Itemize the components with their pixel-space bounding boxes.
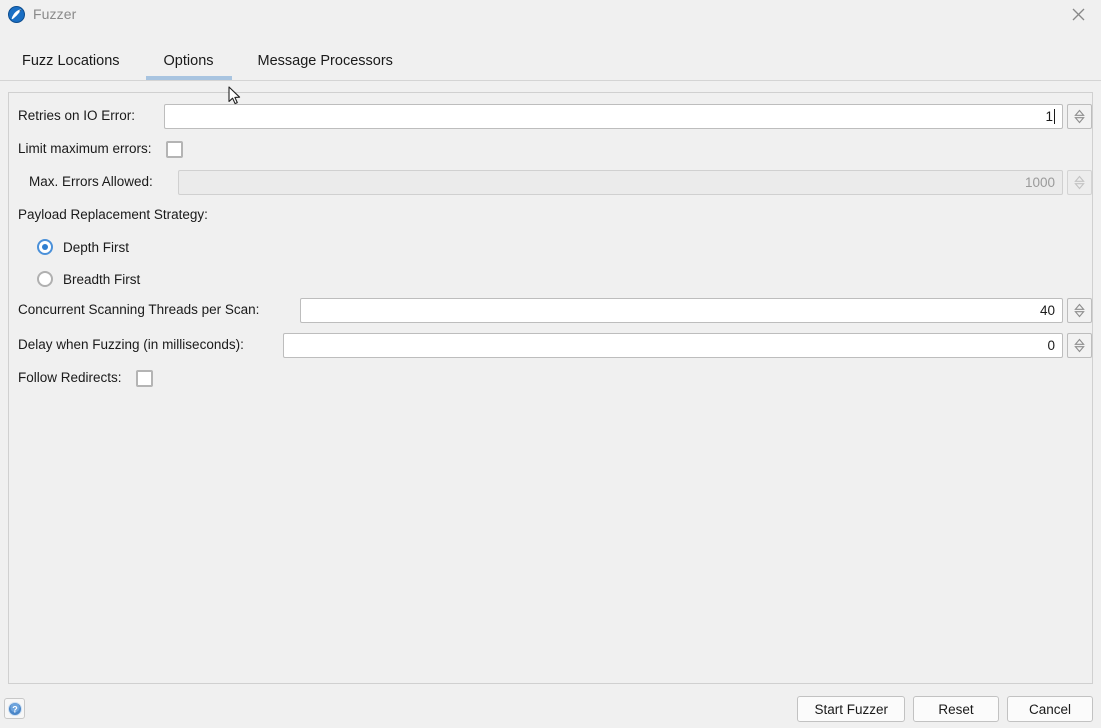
text-caret: [1054, 108, 1055, 124]
radio-indicator: [37, 239, 53, 255]
dialog-footer: ? Start Fuzzer Reset Cancel: [0, 684, 1101, 728]
max-errors-allowed-stepper: [1067, 169, 1092, 195]
reset-label: Reset: [938, 701, 974, 717]
svg-text:?: ?: [12, 704, 18, 714]
limit-maximum-errors-label: Limit maximum errors:: [18, 141, 152, 157]
limit-maximum-errors-checkbox[interactable]: [165, 140, 183, 158]
retries-on-io-error-stepper[interactable]: [1067, 103, 1092, 129]
retries-on-io-error-value: 1: [1045, 108, 1053, 124]
follow-redirects-label: Follow Redirects:: [18, 370, 122, 386]
delay-when-fuzzing-stepper[interactable]: [1067, 332, 1092, 358]
zap-logo-icon: [8, 5, 25, 23]
close-icon[interactable]: [1055, 0, 1101, 28]
help-question-icon[interactable]: ?: [4, 698, 25, 719]
delay-when-fuzzing-value: 0: [1047, 337, 1055, 353]
row-retries-on-io-error: Retries on IO Error: 1: [18, 103, 1092, 129]
delay-when-fuzzing-input[interactable]: 0: [283, 332, 1063, 358]
follow-redirects-checkbox[interactable]: [135, 369, 153, 387]
concurrent-scanning-threads-stepper[interactable]: [1067, 297, 1092, 323]
options-panel: Retries on IO Error: 1 Limit maximum err…: [8, 92, 1093, 684]
concurrent-scanning-threads-label: Concurrent Scanning Threads per Scan:: [18, 302, 260, 318]
radio-depth-first-label: Depth First: [63, 239, 130, 255]
max-errors-allowed-input: 1000: [178, 169, 1063, 195]
tab-message-processors[interactable]: Message Processors: [236, 52, 415, 81]
radio-indicator: [37, 271, 53, 287]
concurrent-scanning-threads-input[interactable]: 40: [300, 297, 1063, 323]
max-errors-allowed-label: Max. Errors Allowed:: [29, 174, 153, 190]
radio-breadth-first[interactable]: Breadth First: [37, 268, 140, 290]
cancel-button[interactable]: Cancel: [1007, 696, 1093, 722]
start-fuzzer-label: Start Fuzzer: [814, 701, 888, 717]
radio-depth-first[interactable]: Depth First: [37, 236, 129, 258]
title-bar: Fuzzer: [0, 0, 1101, 28]
payload-replacement-strategy-label: Payload Replacement Strategy:: [18, 207, 208, 222]
tab-options[interactable]: Options: [142, 52, 236, 81]
radio-breadth-first-label: Breadth First: [63, 271, 141, 287]
tab-label: Fuzz Locations: [22, 52, 120, 69]
start-fuzzer-button[interactable]: Start Fuzzer: [797, 696, 905, 722]
delay-when-fuzzing-label: Delay when Fuzzing (in milliseconds):: [18, 337, 244, 353]
footer-button-group: Start Fuzzer Reset Cancel: [797, 696, 1093, 722]
row-concurrent-scanning-threads: Concurrent Scanning Threads per Scan: 40: [18, 297, 1092, 323]
tab-label: Options: [163, 52, 214, 69]
tab-fuzz-locations[interactable]: Fuzz Locations: [0, 52, 142, 81]
cancel-label: Cancel: [1028, 701, 1072, 717]
reset-button[interactable]: Reset: [913, 696, 999, 722]
tab-bar: Fuzz Locations Options Message Processor…: [0, 28, 1101, 81]
row-max-errors-allowed: Max. Errors Allowed: 1000: [18, 169, 1092, 195]
concurrent-scanning-threads-value: 40: [1039, 302, 1055, 318]
retries-on-io-error-label: Retries on IO Error:: [18, 108, 136, 124]
row-limit-maximum-errors: Limit maximum errors:: [18, 136, 183, 162]
row-follow-redirects: Follow Redirects:: [18, 365, 153, 391]
tab-label: Message Processors: [257, 52, 393, 69]
max-errors-allowed-value: 1000: [1024, 174, 1055, 190]
row-delay-when-fuzzing: Delay when Fuzzing (in milliseconds): 0: [18, 332, 1092, 358]
window-title: Fuzzer: [33, 6, 77, 22]
retries-on-io-error-input[interactable]: 1: [164, 103, 1063, 129]
